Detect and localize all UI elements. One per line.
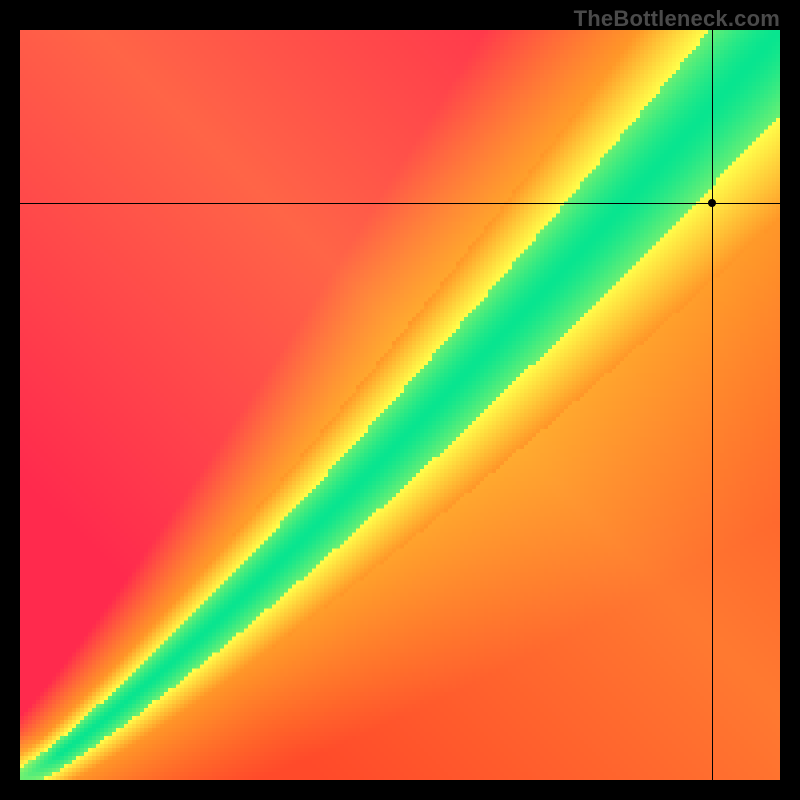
heatmap-canvas <box>20 30 780 780</box>
crosshair-vertical <box>712 30 713 780</box>
crosshair-horizontal <box>20 203 780 204</box>
marker-dot <box>708 199 716 207</box>
chart-frame: TheBottleneck.com <box>0 0 800 800</box>
watermark-text: TheBottleneck.com <box>574 6 780 32</box>
plot-area <box>20 30 780 780</box>
